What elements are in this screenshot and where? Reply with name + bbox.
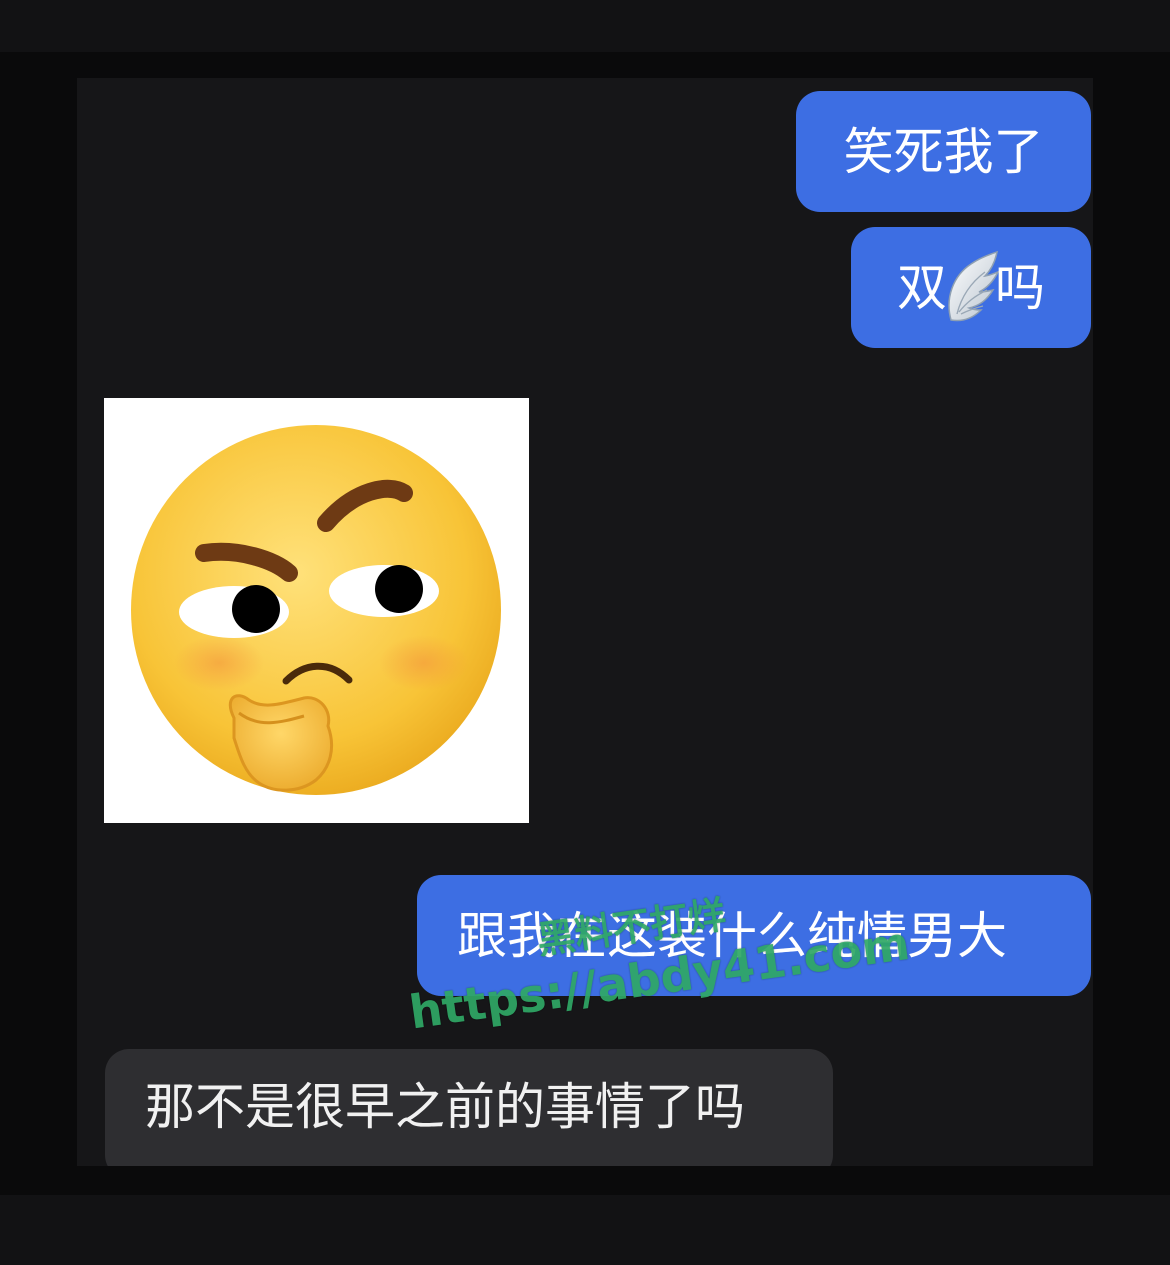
message-bubble-received[interactable]: 那不是很早之前的事情了吗 — [105, 1049, 833, 1166]
message-bubble-sent[interactable]: 笑死我了 — [796, 91, 1091, 212]
screenshot-page: 笑死我了 双 吗 跟我在这装什么纯情男大 那不是很早之前的事情了吗 黑料不打烊 … — [0, 0, 1170, 1265]
top-bar — [0, 0, 1170, 52]
message-bubble-sent[interactable]: 双 吗 — [851, 227, 1091, 348]
message-text: 笑死我了 — [843, 122, 1044, 181]
thinking-face-emoji-icon — [131, 425, 501, 795]
bottom-bar — [0, 1195, 1170, 1265]
message-text: 双 — [897, 258, 947, 317]
angel-wing-icon — [941, 248, 1001, 328]
message-text: 吗 — [995, 258, 1045, 317]
message-text: 那不是很早之前的事情了吗 — [145, 1078, 745, 1136]
sticker-message[interactable] — [104, 398, 529, 823]
